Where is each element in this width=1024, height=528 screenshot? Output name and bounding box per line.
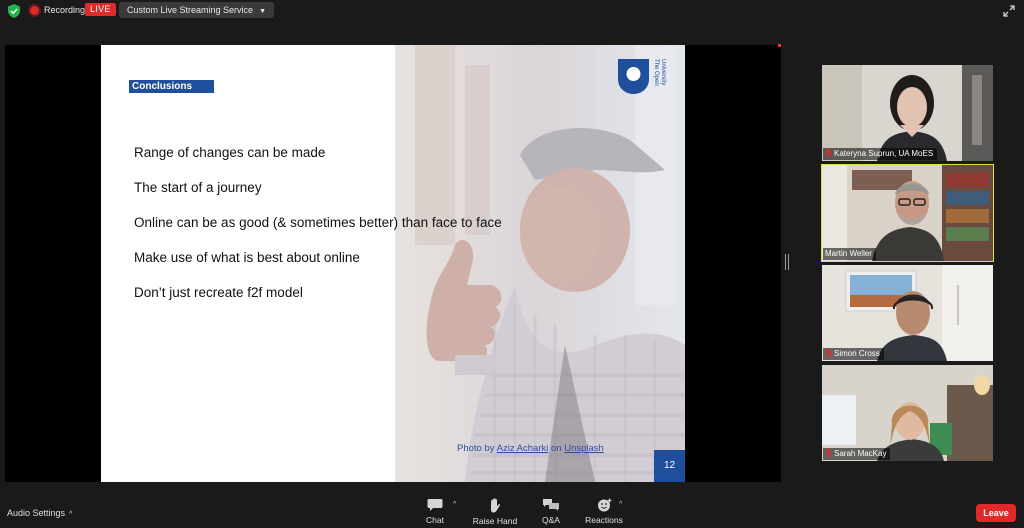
raise-hand-icon: [491, 498, 501, 513]
qa-icon: [543, 499, 559, 511]
audio-settings-button[interactable]: Audio Settings ^: [7, 508, 72, 518]
photo-source-link[interactable]: Unsplash: [564, 443, 604, 454]
participant-video: [822, 165, 993, 261]
record-icon: [30, 6, 39, 15]
chevron-down-icon: ▼: [259, 8, 266, 15]
logo-text-line2: University: [660, 59, 666, 85]
participant-video-tile[interactable]: Sarah MacKay: [822, 365, 993, 461]
expand-icon[interactable]: [1002, 4, 1016, 18]
participant-video-tile[interactable]: Simon Cross: [822, 265, 993, 361]
meeting-top-bar: Recording LIVE Custom Live Streaming Ser…: [0, 0, 1024, 22]
streaming-service-label: Custom Live Streaming Service: [127, 5, 254, 15]
qa-label: Q&A: [542, 515, 560, 525]
chat-button[interactable]: Chat: [422, 498, 448, 525]
share-indicator-dot: [778, 44, 781, 47]
slide-background-photo: [395, 45, 685, 482]
raise-hand-button[interactable]: Raise Hand: [472, 498, 518, 526]
photo-credit-prefix: Photo by: [457, 443, 497, 454]
chat-icon: [427, 499, 443, 511]
participant-name-tag: Martin Weller: [823, 248, 876, 260]
leave-button[interactable]: Leave: [976, 504, 1016, 522]
participant-video: [822, 365, 993, 461]
shield-check-icon[interactable]: [8, 4, 20, 18]
slide-bullet: Make use of what is best about online: [134, 250, 360, 265]
raise-hand-label: Raise Hand: [472, 516, 518, 526]
participant-video: [822, 265, 993, 361]
panel-resize-handle[interactable]: [785, 254, 789, 270]
chevron-up-icon[interactable]: ^: [69, 511, 72, 518]
photo-author-link[interactable]: Aziz Acharki: [497, 443, 549, 454]
open-university-logo: The Open University: [618, 59, 666, 94]
participant-name: Martin Weller: [825, 249, 872, 258]
chat-options-chevron-icon[interactable]: ^: [453, 501, 456, 508]
participant-name-tag: Kateryna Suprun, UA MoES: [823, 148, 938, 160]
slide-bullet: Range of changes can be made: [134, 145, 326, 160]
slide-heading: Conclusions: [129, 80, 215, 93]
meeting-controls-toolbar: Audio Settings ^ Chat ^ Raise Hand Q&A Re…: [0, 494, 1024, 528]
mic-muted-icon: [825, 349, 832, 357]
mic-muted-icon: [825, 449, 832, 457]
recording-status-label: Recording: [44, 5, 86, 15]
audio-settings-label: Audio Settings: [7, 508, 66, 518]
mic-muted-icon: [825, 149, 832, 157]
participant-video-tile[interactable]: Kateryna Suprun, UA MoES: [822, 65, 993, 161]
participant-name: Sarah MacKay: [834, 449, 887, 458]
photo-credit-middle: on: [548, 443, 565, 454]
presentation-slide: Conclusions Range of changes can be made…: [101, 45, 685, 482]
slide-bullet: Don’t just recreate f2f model: [134, 285, 303, 300]
reactions-options-chevron-icon[interactable]: ^: [619, 501, 622, 508]
participant-video: [822, 65, 993, 161]
participant-name-tag: Sarah MacKay: [823, 448, 891, 460]
slide-bullet: The start of a journey: [134, 180, 262, 195]
streaming-service-dropdown[interactable]: Custom Live Streaming Service ▼: [119, 2, 274, 18]
chat-label: Chat: [426, 515, 444, 525]
photo-credit: Photo by Aziz Acharki on Unsplash: [457, 443, 604, 454]
live-badge[interactable]: LIVE: [85, 3, 116, 16]
logo-text-line1: The Open: [653, 59, 659, 86]
reactions-icon: [597, 498, 611, 512]
participant-name: Kateryna Suprun, UA MoES: [834, 149, 934, 158]
slide-page-number: 12: [654, 450, 685, 482]
participant-video-tile-active[interactable]: Martin Weller: [821, 164, 994, 262]
participant-name-tag: Simon Cross: [823, 348, 884, 360]
reactions-button[interactable]: Reactions: [584, 498, 624, 525]
slide-bullet: Online can be as good (& sometimes bette…: [134, 215, 502, 230]
reactions-label: Reactions: [585, 515, 623, 525]
participant-name: Simon Cross: [834, 349, 880, 358]
qa-button[interactable]: Q&A: [538, 498, 564, 525]
